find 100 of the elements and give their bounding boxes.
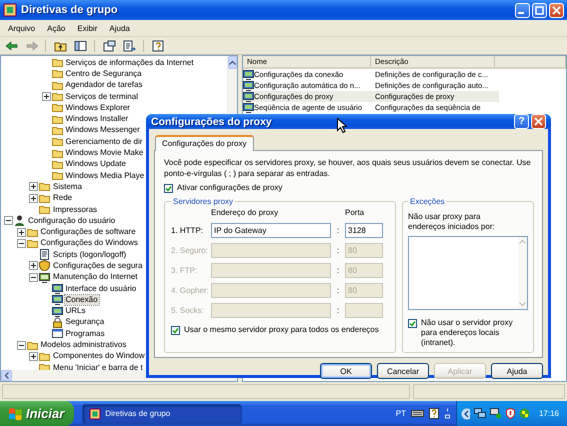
caret-down-icon — [519, 302, 526, 307]
scrollbar[interactable] — [518, 237, 527, 309]
collapse-icon[interactable] — [4, 216, 13, 226]
computer-icon[interactable] — [490, 408, 502, 419]
menu-item[interactable]: Arquivo — [2, 24, 42, 32]
port-field[interactable]: 3128 — [345, 223, 383, 238]
tree-item[interactable]: Serviços de terminal — [64, 92, 139, 102]
tree-item[interactable]: Windows Installer — [64, 114, 130, 124]
arrow-left-icon — [4, 40, 18, 52]
expand-icon[interactable] — [29, 352, 38, 361]
shield-icon[interactable] — [506, 408, 515, 419]
menu-item[interactable]: Ação — [41, 24, 72, 32]
tree-item[interactable]: Menu 'Iniciar' e barra de t — [52, 362, 144, 370]
tree-item[interactable]: Windows Media Playe — [64, 170, 146, 181]
tree-item[interactable]: Manutenção do Internet — [52, 272, 139, 282]
checkbox[interactable] — [408, 318, 417, 328]
minimize-button[interactable] — [515, 2, 530, 18]
dialog-button[interactable]: Ajuda — [491, 363, 543, 379]
tree-item[interactable]: Gerenciamento de dir — [64, 136, 144, 147]
checkbox[interactable] — [164, 184, 173, 192]
tree-item[interactable]: Configurações de software — [40, 227, 137, 238]
expand-icon[interactable] — [29, 194, 38, 203]
language-indicator[interactable]: PT — [396, 409, 406, 418]
column-label: Endereço do proxy — [211, 208, 280, 218]
minimize-icon — [518, 12, 524, 14]
folder-icon — [26, 226, 38, 238]
maximize-button[interactable] — [532, 2, 547, 18]
field-label: 5. Socks: — [171, 306, 205, 315]
expand-icon[interactable] — [42, 92, 50, 102]
tree-item[interactable]: Windows Update — [64, 159, 127, 170]
collapse-icon[interactable] — [16, 340, 26, 350]
menu-item[interactable]: Exibir — [71, 24, 104, 32]
help-icon[interactable] — [428, 408, 439, 419]
tree-item[interactable]: Configurações do Windows — [40, 238, 139, 248]
separator: : — [336, 266, 340, 275]
tree-item[interactable]: Configuração do usuário — [27, 216, 116, 226]
keyboard-icon[interactable] — [410, 409, 424, 418]
tree-item[interactable]: Componentes do Window — [52, 351, 146, 362]
window-icon — [52, 328, 62, 340]
tree-item[interactable]: Modelos administrativos — [40, 340, 128, 350]
menu-item[interactable]: Ajuda — [103, 24, 136, 32]
folder-icon — [52, 102, 62, 114]
folder-icon — [52, 148, 62, 159]
start-button[interactable]: Iniciar — [0, 401, 74, 426]
tree-item[interactable]: Configurações de segura — [52, 260, 144, 271]
folder-icon — [26, 340, 38, 351]
tree-item[interactable]: Serviços de informações da Internet — [64, 58, 195, 68]
close-icon — [534, 117, 543, 126]
tree-item[interactable]: Conexão — [64, 294, 99, 305]
properties-icon — [102, 40, 116, 52]
monitor-icon — [52, 294, 62, 306]
exceptions-field[interactable] — [408, 236, 528, 310]
monitor-icon — [243, 69, 254, 80]
monitor-icon — [243, 102, 254, 113]
dialog-button[interactable]: OK — [320, 363, 372, 379]
scroll-up-button[interactable] — [228, 56, 237, 69]
checkbox-label[interactable]: Ativar configurações de proxy — [177, 183, 282, 193]
tab[interactable]: Configurações do proxy — [155, 135, 254, 151]
address-field[interactable]: IP do Gateway — [211, 223, 331, 238]
checkbox-label[interactable]: Não usar o servidor proxy para endereços locais (intranet). — [421, 318, 528, 348]
close-button[interactable] — [549, 2, 564, 18]
taskbar-button[interactable]: Diretivas de grupo — [82, 404, 242, 424]
tree-item[interactable]: URLs — [64, 306, 87, 316]
tree-item[interactable]: Programas — [64, 328, 106, 339]
expand-icon[interactable] — [29, 182, 38, 192]
monitor-icon — [52, 283, 62, 294]
close-button[interactable] — [531, 114, 546, 129]
tree-item[interactable]: Agendador de tarefas — [64, 80, 144, 90]
close-icon — [552, 6, 561, 14]
chevron-icon[interactable] — [460, 408, 470, 420]
tree-item[interactable]: Sistema — [52, 182, 83, 192]
group-title: Servidores proxy — [172, 197, 234, 206]
separator: : — [336, 246, 340, 255]
expand-icon[interactable] — [16, 228, 26, 237]
expand-icon[interactable] — [29, 261, 38, 270]
separator: : — [336, 286, 340, 295]
clock[interactable]: 17:16 — [538, 409, 559, 418]
folder-icon — [52, 80, 62, 91]
network-icon[interactable] — [474, 408, 486, 419]
tree-item[interactable]: Scripts (logon/logoff) — [52, 250, 128, 260]
collapse-icon[interactable] — [16, 238, 26, 248]
folder-icon — [52, 136, 62, 148]
globe-icon[interactable] — [518, 408, 531, 419]
tree-item[interactable]: Windows Messenger — [64, 125, 141, 136]
tree-item[interactable]: Centro de Segurança — [64, 68, 143, 79]
lock-icon — [52, 316, 62, 328]
tree-item[interactable]: Interface do usuário — [64, 284, 138, 294]
dialog-button[interactable]: Cancelar — [377, 363, 429, 379]
tree-item[interactable]: Rede — [52, 193, 74, 204]
checkbox[interactable] — [171, 326, 180, 334]
field-label: 3. FTP: — [171, 266, 198, 275]
scroll-left-button[interactable] — [1, 370, 12, 381]
tree-item[interactable]: Segurança — [64, 317, 106, 328]
collapse-icon[interactable] — [29, 272, 38, 282]
checkbox-label[interactable]: Usar o mesmo servidor proxy para todos os endereços — [184, 325, 379, 335]
tree-item[interactable]: Impressoras — [52, 204, 98, 214]
panes-icon — [74, 40, 86, 52]
tree-item[interactable]: Windows Movie Make — [64, 148, 144, 158]
flag-icon — [8, 406, 22, 420]
tree-item[interactable]: Windows Explorer — [64, 102, 131, 113]
